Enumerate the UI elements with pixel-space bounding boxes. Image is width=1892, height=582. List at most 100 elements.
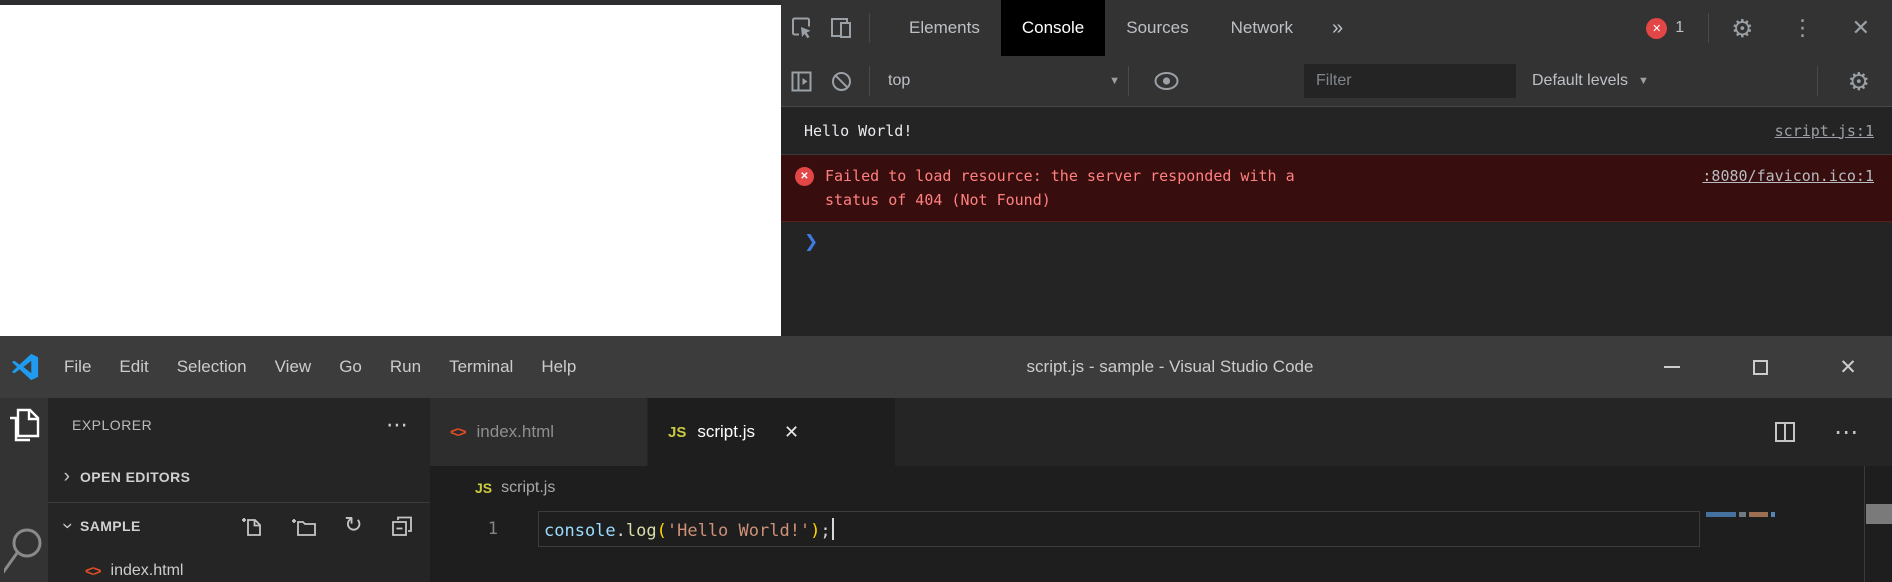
editor-area: <> index.html JS script.js ✕ ⋯ JS [430, 398, 1892, 582]
editor-actions: ⋯ [1774, 398, 1892, 466]
console-prompt-row[interactable]: ❯ [781, 222, 1892, 252]
token-paren-open: ( [657, 521, 667, 541]
minimize-button[interactable] [1628, 336, 1716, 398]
kebab-menu-icon[interactable]: ⋮ [1792, 15, 1814, 41]
window-title: script.js - sample - Visual Studio Code [985, 357, 1355, 377]
minimap-mark [1749, 512, 1768, 517]
tab-sources[interactable]: Sources [1105, 0, 1209, 56]
maximize-button[interactable] [1716, 336, 1804, 398]
toolbar-divider [869, 66, 870, 96]
token-method: log [626, 521, 657, 541]
console-settings-gear-icon[interactable]: ⚙ [1848, 69, 1892, 94]
text-cursor [832, 518, 834, 540]
breadcrumb-file: script.js [501, 479, 555, 497]
code-line-1[interactable]: 1 console.log('Hello World!'); [430, 510, 1892, 548]
settings-gear-icon[interactable]: ⚙ [1731, 16, 1753, 41]
tab-label: index.html [477, 422, 554, 442]
token-semicolon: ; [820, 521, 830, 541]
menu-terminal[interactable]: Terminal [435, 336, 527, 398]
vscode-main: EXPLORER ⋯ › OPEN EDITORS › SAMPLE [0, 398, 1892, 582]
menu-run[interactable]: Run [376, 336, 435, 398]
menu-go[interactable]: Go [325, 336, 376, 398]
menu-file[interactable]: File [50, 336, 105, 398]
sidebar-more-actions-icon[interactable]: ⋯ [386, 412, 410, 438]
refresh-icon[interactable]: ↻ [344, 515, 363, 537]
js-file-icon: JS [475, 480, 492, 496]
clear-console-button[interactable] [821, 61, 861, 101]
new-file-icon[interactable] [241, 514, 264, 538]
activity-bar [0, 398, 48, 582]
menu-help[interactable]: Help [527, 336, 590, 398]
breadcrumb[interactable]: JS script.js [430, 466, 1892, 510]
explorer-activity-button[interactable] [0, 406, 48, 446]
scrollbar-slider[interactable] [1866, 504, 1892, 524]
chevron-down-icon: ▼ [1638, 75, 1649, 87]
minimize-icon [1664, 366, 1680, 368]
toolbar-divider [1708, 13, 1709, 43]
collapse-all-icon[interactable] [390, 514, 414, 538]
console-log-source-link[interactable]: script.js:1 [1775, 122, 1874, 140]
menu-view[interactable]: View [261, 336, 326, 398]
console-sidebar-toggle-button[interactable] [781, 61, 821, 101]
browser-page [0, 0, 781, 336]
console-sidebar-icon [789, 69, 814, 94]
more-actions-icon[interactable]: ⋯ [1834, 418, 1860, 447]
log-levels-dropdown[interactable]: Default levels ▼ [1532, 72, 1649, 90]
open-editors-label: OPEN EDITORS [80, 469, 190, 485]
tab-console[interactable]: Console [1001, 0, 1105, 56]
live-expression-button[interactable] [1153, 71, 1180, 91]
search-activity-button[interactable] [0, 524, 48, 582]
error-badge-icon[interactable]: ✕ [1646, 18, 1667, 39]
devtools-close-icon[interactable]: ✕ [1852, 15, 1870, 41]
minimap-mark [1771, 512, 1775, 517]
devtools-panel: Elements Console Sources Network » ✕ 1 ⚙… [781, 0, 1892, 336]
toolbar-divider [1817, 66, 1818, 96]
tab-elements[interactable]: Elements [888, 0, 1001, 56]
clear-console-icon [829, 69, 854, 94]
window-controls: ✕ [1628, 336, 1892, 398]
vscode-window: File Edit Selection View Go Run Terminal… [0, 336, 1892, 582]
maximize-icon [1753, 360, 1768, 375]
toolbar-divider [869, 13, 870, 43]
filter-input[interactable] [1304, 64, 1516, 98]
tab-index-html[interactable]: <> index.html [430, 398, 648, 466]
chevron-down-icon: ▼ [1109, 75, 1120, 87]
file-item-index-html[interactable]: <> index.html [48, 549, 430, 582]
chevron-down-icon: › [56, 517, 78, 535]
menu-selection[interactable]: Selection [163, 336, 261, 398]
error-count: 1 [1675, 19, 1684, 37]
editor-tabbar: <> index.html JS script.js ✕ ⋯ [430, 398, 1892, 466]
browser-top-strip [0, 0, 781, 5]
devtools-main-toolbar: Elements Console Sources Network » ✕ 1 ⚙… [781, 0, 1892, 56]
tab-script-js[interactable]: JS script.js ✕ [648, 398, 895, 466]
close-window-button[interactable]: ✕ [1804, 336, 1892, 398]
menu-edit[interactable]: Edit [105, 336, 162, 398]
device-toolbar-toggle-button[interactable] [821, 8, 861, 48]
js-file-icon: JS [668, 424, 686, 441]
devtools-toolbar-right: ✕ 1 ⚙ ⋮ ✕ [1646, 13, 1892, 43]
open-editors-section[interactable]: › OPEN EDITORS [48, 452, 430, 502]
console-error-source-link[interactable]: :8080/favicon.ico:1 [1702, 164, 1874, 188]
token-paren-close: ) [810, 521, 820, 541]
console-log-text: Hello World! [804, 122, 912, 140]
folder-section[interactable]: › SAMPLE ↻ [48, 502, 430, 549]
minimap[interactable] [1706, 512, 1775, 517]
folder-name-label: SAMPLE [80, 518, 141, 534]
new-folder-icon[interactable] [291, 514, 317, 538]
console-error-row: ✕ Failed to load resource: the server re… [781, 155, 1892, 222]
line-number: 1 [430, 519, 498, 539]
sidebar-title: EXPLORER [72, 417, 152, 433]
tab-close-icon[interactable]: ✕ [784, 422, 799, 443]
tab-network[interactable]: Network [1210, 0, 1314, 56]
inspect-element-button[interactable] [781, 8, 821, 48]
more-tabs-icon[interactable]: » [1324, 17, 1351, 40]
toolbar-divider [1128, 66, 1129, 96]
minimap-divider [1864, 466, 1865, 582]
context-label: top [888, 72, 910, 90]
split-editor-icon[interactable] [1774, 421, 1796, 443]
token-object: console [544, 521, 616, 541]
inspect-cursor-icon [788, 15, 814, 41]
log-levels-label: Default levels [1532, 72, 1628, 90]
tab-label: script.js [697, 422, 755, 442]
javascript-context-selector[interactable]: top ▼ [888, 72, 1120, 90]
